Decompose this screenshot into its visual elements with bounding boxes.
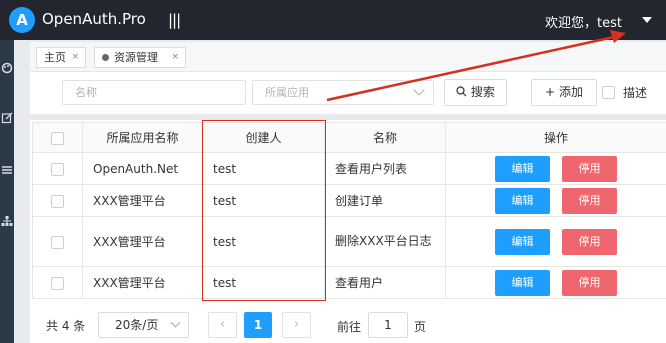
cell-creator: test: [202, 184, 325, 217]
goto-page-input[interactable]: 1: [368, 312, 408, 338]
edit-button[interactable]: 编辑: [495, 228, 550, 255]
active-dot-icon: [102, 54, 109, 61]
table-row: XXX管理平台 test 删除XXX平台日志 编辑 停用: [32, 216, 666, 267]
plus-icon: +: [545, 85, 556, 99]
edit-button[interactable]: 编辑: [495, 187, 550, 214]
cell-name: 创建订单: [324, 184, 446, 217]
table-row: OpenAuth.Net test 查看用户列表 编辑 停用: [32, 152, 666, 185]
brand-title: OpenAuth.Pro: [42, 10, 146, 28]
cell-actions: 编辑 停用: [445, 266, 666, 299]
row-select-cell: [32, 184, 83, 217]
edit-button[interactable]: 编辑: [495, 269, 550, 296]
close-icon[interactable]: ×: [171, 48, 179, 67]
row-checkbox[interactable]: [51, 194, 64, 208]
top-bar: A OpenAuth.Pro ||| 欢迎您，test: [0, 0, 666, 40]
add-button-label: 添加: [558, 85, 583, 99]
table-row: XXX管理平台 test 创建订单 编辑 停用: [32, 184, 666, 217]
cell-name: 查看用户列表: [324, 152, 446, 185]
tab-home[interactable]: 主页 ×: [36, 47, 86, 68]
disable-button[interactable]: 停用: [562, 269, 617, 296]
search-button[interactable]: 搜索: [444, 79, 507, 106]
goto-suffix: 页: [414, 320, 427, 334]
cell-actions: 编辑 停用: [445, 216, 666, 267]
table-row: XXX管理平台 test 查看用户 编辑 停用: [32, 266, 666, 299]
data-table: 所属应用名称 创建人 名称 操作 OpenAuth.Net test 查看用户列…: [32, 122, 666, 299]
page-size-value: 20条/页: [115, 318, 159, 332]
edit-icon[interactable]: [1, 112, 13, 124]
cell-creator: test: [202, 152, 325, 185]
cell-app: OpenAuth.Net: [82, 152, 203, 185]
page-tabs: 主页 × 资源管理 ×: [30, 42, 666, 72]
table-header-row: 所属应用名称 创建人 名称 操作: [32, 122, 666, 153]
sidebar: [0, 40, 14, 343]
pagination: 共 4 条 20条/页 ‹ 1 › 前往 1 页: [30, 300, 666, 343]
description-label: 描述: [623, 86, 648, 100]
row-checkbox[interactable]: [51, 235, 64, 249]
cell-name: 查看用户: [324, 266, 446, 299]
cell-app: XXX管理平台: [82, 216, 203, 267]
palette-icon[interactable]: [1, 62, 13, 74]
search-icon: [456, 86, 467, 97]
row-select-cell: [32, 216, 83, 267]
edit-button[interactable]: 编辑: [495, 155, 550, 182]
select-all-checkbox[interactable]: [51, 131, 64, 145]
cell-app: XXX管理平台: [82, 266, 203, 299]
current-page-button[interactable]: 1: [244, 312, 272, 338]
tab-resource-management[interactable]: 资源管理 ×: [94, 47, 186, 68]
search-button-label: 搜索: [470, 85, 495, 99]
goto-prefix: 前往: [337, 320, 362, 334]
disable-button[interactable]: 停用: [562, 187, 617, 214]
total-count: 共 4 条: [46, 319, 86, 333]
cell-name-text: 删除XXX平台日志: [335, 234, 432, 248]
disable-button[interactable]: 停用: [562, 228, 617, 255]
column-header-creator[interactable]: 创建人: [202, 122, 325, 153]
page-size-select[interactable]: 20条/页: [98, 312, 189, 338]
menu-toggle-icon[interactable]: |||: [168, 11, 181, 29]
org-tree-icon[interactable]: [1, 215, 13, 227]
tab-resource-label: 资源管理: [114, 51, 158, 64]
cell-actions: 编辑 停用: [445, 184, 666, 217]
cell-app: XXX管理平台: [82, 184, 203, 217]
column-header-app[interactable]: 所属应用名称: [82, 122, 203, 153]
column-header-name[interactable]: 名称: [324, 122, 446, 153]
cell-name: 删除XXX平台日志: [324, 216, 446, 267]
cell-creator: test: [202, 266, 325, 299]
app-select[interactable]: 所属应用: [252, 80, 434, 105]
cell-creator: test: [202, 216, 325, 267]
name-search-input[interactable]: 名称: [62, 80, 246, 105]
user-dropdown-caret-icon[interactable]: [642, 17, 652, 23]
column-header-actions: 操作: [445, 122, 666, 153]
close-icon[interactable]: ×: [71, 48, 79, 67]
cell-actions: 编辑 停用: [445, 152, 666, 185]
add-button[interactable]: + 添加: [531, 79, 597, 106]
logo-letter: A: [16, 11, 28, 29]
user-welcome[interactable]: 欢迎您，test: [545, 12, 622, 31]
next-page-button[interactable]: ›: [282, 312, 311, 338]
row-checkbox[interactable]: [51, 162, 64, 176]
row-select-cell: [32, 152, 83, 185]
chevron-down-icon: [413, 84, 425, 96]
logo-icon: A: [9, 7, 35, 33]
description-checkbox[interactable]: [602, 86, 615, 99]
select-all-cell: [32, 122, 83, 153]
prev-page-button[interactable]: ‹: [208, 312, 237, 338]
row-checkbox[interactable]: [51, 276, 64, 290]
app-select-placeholder: 所属应用: [265, 86, 309, 99]
row-select-cell: [32, 266, 83, 299]
tab-home-label: 主页: [44, 51, 66, 64]
chevron-down-icon: [170, 317, 181, 328]
list-icon[interactable]: [1, 164, 13, 176]
search-toolbar: 名称 所属应用 搜索 + 添加 描述: [30, 72, 666, 114]
disable-button[interactable]: 停用: [562, 155, 617, 182]
